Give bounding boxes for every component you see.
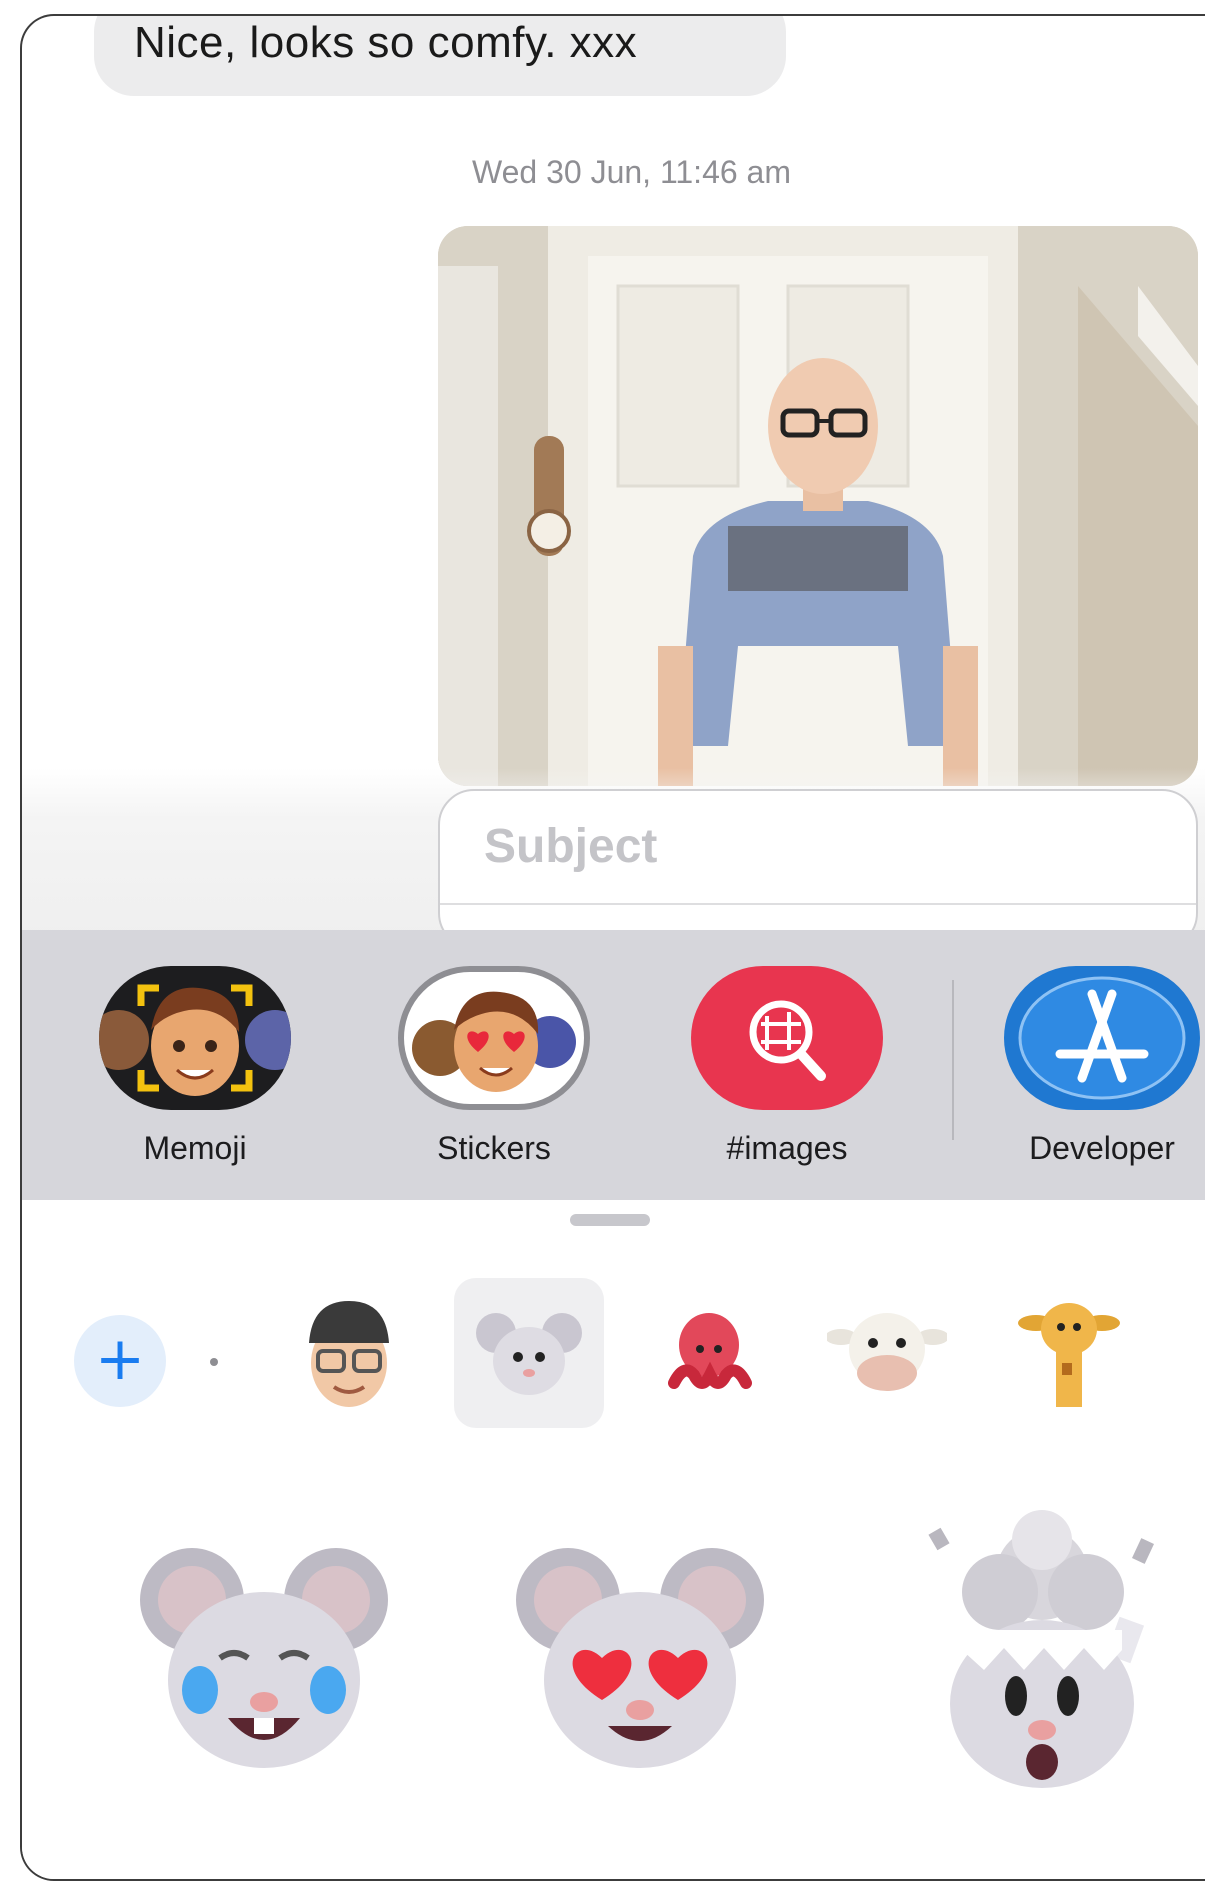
stickers-app-icon	[398, 966, 590, 1110]
app-label: #images	[726, 1130, 848, 1166]
octopus-tray-item[interactable]	[634, 1278, 784, 1428]
giraffe-tray-item[interactable]	[994, 1278, 1144, 1428]
app-drawer: Memoji Stickers #images Developer	[22, 930, 1205, 1200]
app-drawer-divider	[952, 980, 954, 1140]
mouse-crying-laughing-sticker[interactable]	[134, 1530, 394, 1790]
sticker-panel: +	[22, 1200, 1205, 1879]
panel-grabber[interactable]	[570, 1214, 650, 1226]
message-timestamp: Wed 30 Jun, 11:46 am	[471, 154, 791, 190]
giraffe-icon	[1018, 1303, 1120, 1407]
subject-divider	[440, 903, 1196, 905]
developer-app-icon	[1004, 966, 1200, 1110]
photo-attachment[interactable]	[438, 226, 1198, 786]
mouse-tray-item[interactable]	[454, 1278, 604, 1428]
memoji-avatar-icon	[309, 1301, 389, 1407]
received-message-text: Nice, looks so comfy. xxx	[134, 18, 638, 67]
memoji-avatar-tray-item[interactable]	[274, 1278, 424, 1428]
mouse-heart-eyes-sticker[interactable]	[510, 1530, 770, 1790]
subject-field[interactable]: Subject	[438, 789, 1198, 949]
app-memoji[interactable]: Memoji	[95, 966, 295, 1167]
cow-tray-item[interactable]	[812, 1278, 962, 1428]
subject-placeholder: Subject	[484, 820, 658, 873]
images-app-icon	[691, 966, 883, 1110]
app-images[interactable]: #images	[687, 966, 887, 1167]
cow-icon	[827, 1313, 947, 1391]
messages-window: Nice, looks so comfy. xxx Wed 30 Jun, 11…	[20, 14, 1205, 1881]
app-label: Developer	[1029, 1130, 1175, 1166]
mouse-mind-blown-sticker[interactable]	[892, 1500, 1182, 1800]
mouse-icon	[476, 1313, 582, 1395]
tray-dot	[210, 1358, 218, 1366]
add-sticker-button[interactable]: +	[74, 1315, 166, 1407]
app-label: Stickers	[437, 1130, 551, 1166]
app-label: Memoji	[143, 1130, 247, 1166]
app-developer[interactable]: Developer	[1002, 966, 1202, 1167]
app-stickers[interactable]: Stickers	[394, 966, 594, 1167]
octopus-icon	[668, 1313, 752, 1389]
memoji-app-icon	[99, 966, 291, 1110]
